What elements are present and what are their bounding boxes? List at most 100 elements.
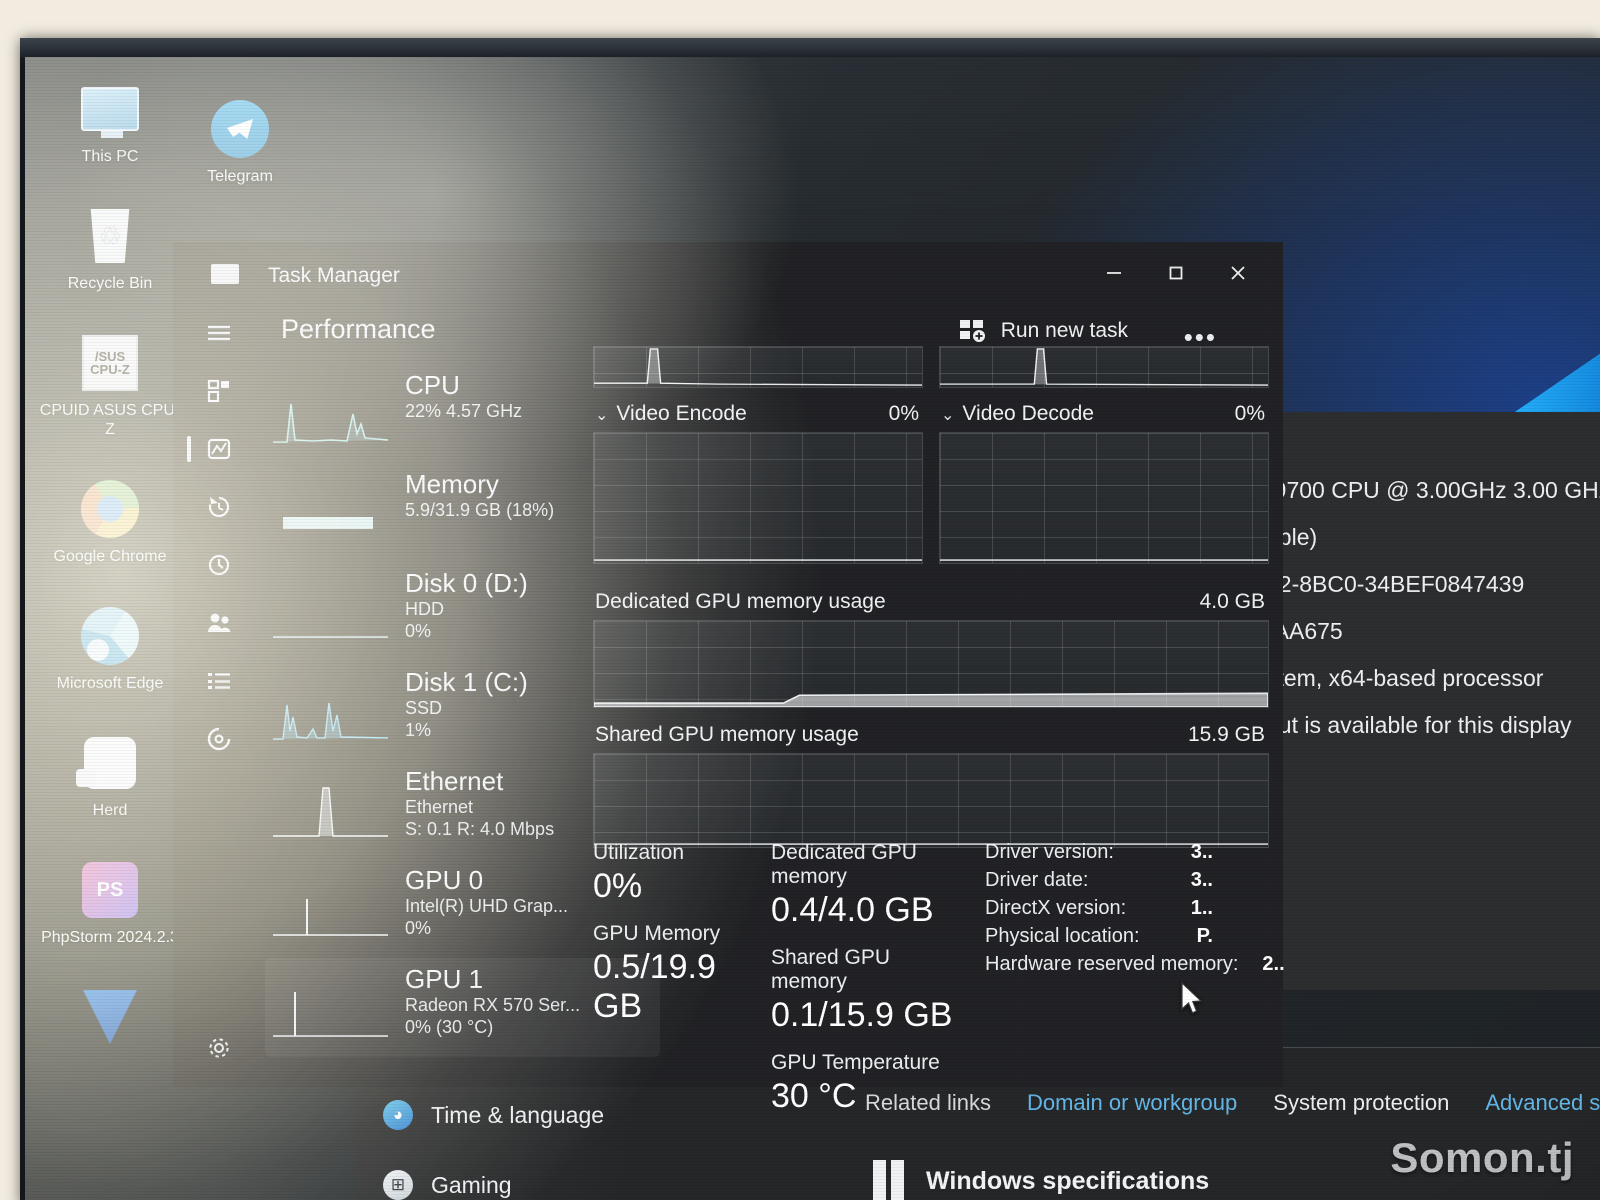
video-encode-graph[interactable]	[593, 432, 923, 564]
system-info-line: -9700 CPU @ 3.00GHz 3.00 GHz	[1266, 477, 1600, 503]
property-key: Hardware reserved memory:	[985, 953, 1239, 975]
gpu-stats: Utilization 0% GPU Memory 0.5/19.9 GB De…	[593, 841, 1285, 1132]
stat-value: 0.4/4.0 GB	[771, 891, 934, 929]
stat-label: GPU Temperature	[771, 1051, 940, 1074]
blue-triangle-icon	[78, 985, 142, 1049]
property-value: 3..	[1190, 869, 1213, 891]
run-new-task-icon	[959, 318, 987, 344]
gpu-graph-copy[interactable]	[939, 346, 1269, 388]
gpu-video-decode-block: ⌄ Video Decode 0%	[939, 398, 1269, 564]
performance-item-subtype: Radeon RX 570 Ser...	[405, 995, 581, 1015]
desktop-icon-label: Recycle Bin	[67, 275, 153, 292]
property-key: Driver date:	[985, 869, 1089, 891]
desktop-icon-this-pc[interactable]: This PC	[35, 77, 185, 166]
desktop-icon-label: Herd	[92, 802, 128, 819]
title-bar: Task Manager	[173, 242, 1283, 304]
sidebar-item-users[interactable]	[173, 594, 265, 652]
window-title: Task Manager	[268, 264, 400, 287]
app-history-icon	[206, 494, 232, 520]
performance-item-subtype: HDD	[405, 599, 444, 619]
window-controls	[1083, 242, 1269, 304]
settings-nav-item-gaming[interactable]: ⊞ Gaming	[383, 1170, 823, 1200]
gpu-graph-3d[interactable]	[593, 346, 923, 388]
shared-memory-header: Shared GPU memory usage 15.9 GB	[593, 719, 1269, 753]
gpu-property-row: Hardware reserved memory: 2..	[985, 953, 1285, 976]
chevron-down-icon[interactable]: ⌄	[941, 405, 954, 425]
dedicated-memory-max: 4.0 GB	[1199, 590, 1265, 613]
desktop-icon-list: This PC Recycle Bin /SUSCPU-Z CPUID ASUS…	[35, 77, 195, 1055]
performance-item-name: CPU	[405, 370, 460, 400]
services-icon	[206, 726, 232, 752]
sidebar-item-performance[interactable]	[173, 420, 265, 478]
video-decode-header[interactable]: ⌄ Video Decode 0%	[939, 398, 1269, 432]
property-key: Driver version:	[985, 841, 1114, 863]
performance-item-name: GPU 0	[405, 865, 484, 895]
sidebar-item-startup-apps[interactable]	[173, 536, 265, 594]
desktop-icon-telegram[interactable]: Telegram	[165, 97, 315, 186]
cpu-sparkline	[273, 403, 388, 443]
gpu-property-row: Driver date: 3..	[985, 869, 1213, 892]
settings-nav-label: Time & language	[431, 1101, 605, 1128]
sidebar-item-settings[interactable]	[173, 1023, 265, 1077]
desktop-icon-blue-app[interactable]	[35, 985, 185, 1049]
gpu-stats-col-1: Utilization 0% GPU Memory 0.5/19.9 GB	[593, 841, 771, 1132]
shared-memory-max: 15.9 GB	[1187, 723, 1265, 746]
sidebar-item-app-history[interactable]	[173, 478, 265, 536]
property-value: 3..	[1190, 841, 1213, 863]
performance-item-detail: 0%	[405, 918, 432, 938]
telegram-icon	[208, 97, 272, 161]
sidebar-item-processes[interactable]	[173, 362, 265, 420]
sidebar-item-services[interactable]	[173, 710, 265, 768]
chrome-icon	[78, 477, 142, 541]
desktop-icon-recycle-bin[interactable]: Recycle Bin	[35, 204, 185, 293]
mouse-cursor	[1181, 982, 1203, 1014]
windows-specifications-title: Windows specifications	[926, 1166, 1210, 1195]
desktop-icon-label: This PC	[81, 148, 139, 165]
stat-label: Dedicated GPU memory	[771, 841, 917, 888]
gpu-property-row: Driver version: 3..	[985, 841, 1213, 864]
desktop-icon-phpstorm[interactable]: PhpStorm 2024.2.3	[35, 858, 185, 947]
shared-memory-graph[interactable]	[593, 753, 1269, 848]
desktop-icon-herd[interactable]: Herd	[35, 731, 185, 820]
gpu0-sparkline	[273, 899, 388, 936]
desktop-icon-chrome[interactable]: Google Chrome	[35, 477, 185, 566]
desktop-icon-label: PhpStorm 2024.2.3	[41, 929, 179, 946]
page-title: Performance	[281, 314, 436, 344]
performance-item-detail: 22% 4.57 GHz	[405, 401, 523, 421]
screenshot-root: ◕ Time & language ⊞ Gaming Related links…	[0, 0, 1600, 1200]
gpu-detail-pane: ⌄ Video Encode 0% ⌄ Video Decode 0% Dedi…	[593, 346, 1285, 1115]
gear-icon	[206, 1035, 232, 1066]
stat-value: 30 °C	[771, 1077, 857, 1115]
disk1-sparkline	[273, 702, 388, 740]
link-system-protection[interactable]: System protection	[1273, 1090, 1449, 1116]
performance-icon	[206, 437, 232, 461]
sidebar-item-details[interactable]	[173, 652, 265, 710]
dedicated-memory-graph[interactable]	[593, 620, 1269, 708]
maximize-button[interactable]	[1145, 242, 1207, 304]
run-new-task-button[interactable]: Run new task	[959, 318, 1128, 344]
performance-item-name: Disk 0 (D:)	[405, 568, 528, 598]
property-value: 1..	[1190, 897, 1213, 919]
windows-logo-icon	[873, 1160, 904, 1200]
stat-value: 0%	[593, 867, 643, 905]
herd-icon	[76, 731, 142, 795]
task-manager-icon	[211, 264, 239, 284]
gpu-top-graph-row	[593, 346, 1269, 388]
chevron-down-icon[interactable]: ⌄	[595, 405, 608, 425]
video-decode-graph[interactable]	[939, 432, 1269, 564]
clock-icon: ◕	[383, 1100, 413, 1130]
hamburger-icon	[206, 323, 232, 343]
performance-item-name: Ethernet	[405, 766, 504, 796]
performance-item-subtype: Ethernet	[405, 797, 474, 817]
desktop-icon-edge[interactable]: Microsoft Edge	[35, 604, 185, 693]
cpu-z-icon: /SUS CPU-Z	[78, 331, 142, 395]
shared-memory-block: Shared GPU memory usage 15.9 GB	[593, 719, 1269, 848]
close-button[interactable]	[1207, 242, 1269, 304]
link-advanced-system[interactable]: Advanced syst	[1485, 1090, 1600, 1116]
dedicated-memory-block: Dedicated GPU memory usage 4.0 GB	[593, 586, 1269, 708]
sidebar-item-menu[interactable]	[173, 304, 265, 362]
video-encode-header[interactable]: ⌄ Video Encode 0%	[593, 398, 923, 432]
desktop-icon-cpu-z[interactable]: /SUS CPU-Z CPUID ASUS CPU-Z	[35, 331, 185, 439]
task-manager-window: Task Manager Performance Run new task ••…	[173, 242, 1285, 1115]
minimize-button[interactable]	[1083, 242, 1145, 304]
